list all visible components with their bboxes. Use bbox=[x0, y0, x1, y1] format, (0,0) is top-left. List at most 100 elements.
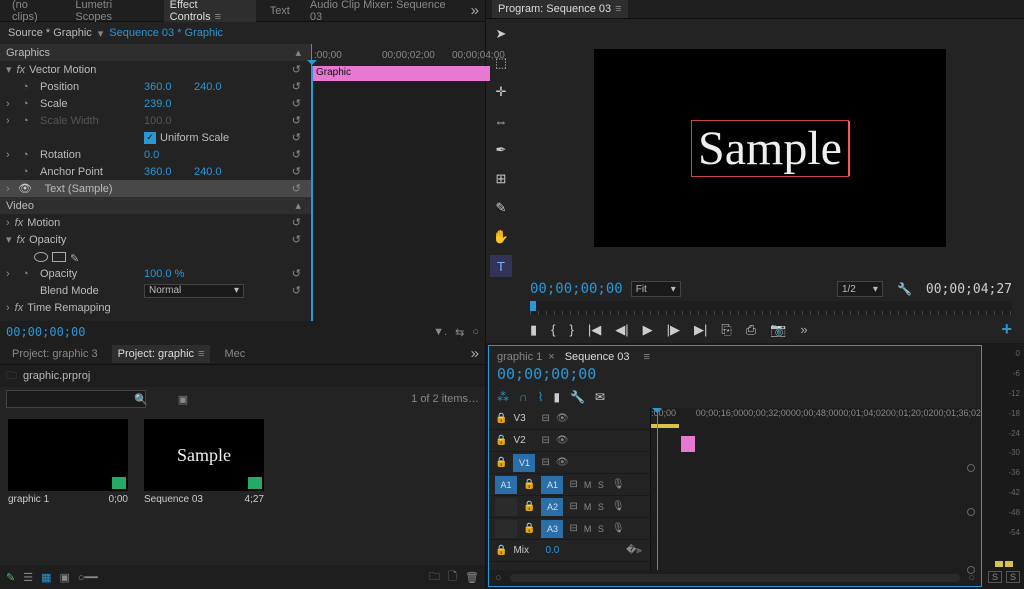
solo-button[interactable]: S bbox=[598, 480, 606, 490]
clip-bar-graphic[interactable]: Graphic bbox=[312, 66, 490, 81]
go-to-in-icon[interactable]: } bbox=[570, 322, 574, 337]
track-keyframe-knob[interactable] bbox=[967, 508, 975, 516]
effect-vector-motion[interactable]: ▾ fx Vector Motion ↺ bbox=[0, 61, 311, 78]
time-ruler[interactable]: :00;00 00;00;16;00 00;00;32;00 00;00;48;… bbox=[651, 408, 981, 424]
toggle-output-icon[interactable]: ⊟ bbox=[569, 523, 577, 534]
group-video[interactable]: Video ▴ bbox=[0, 197, 311, 214]
toggle-output-icon[interactable]: ⊟ bbox=[541, 457, 549, 468]
reset-icon[interactable]: ↺ bbox=[292, 182, 301, 195]
reset-icon[interactable]: ↺ bbox=[292, 131, 301, 144]
solo-button[interactable]: S bbox=[598, 502, 606, 512]
scrub-bar[interactable] bbox=[530, 301, 1012, 315]
reset-icon[interactable]: ↺ bbox=[292, 97, 301, 110]
hamburger-icon[interactable]: ≡ bbox=[215, 11, 221, 23]
track-target[interactable]: A2 bbox=[541, 498, 563, 516]
lock-icon[interactable]: 🔒 bbox=[495, 413, 507, 424]
project-item[interactable]: Sample Sequence 034;27 bbox=[144, 419, 264, 557]
new-item-icon[interactable]: 🗋 bbox=[448, 568, 457, 587]
toggle-output-icon[interactable]: ⊟ bbox=[569, 501, 577, 512]
timeline-timecode[interactable]: 00;00;00;00 bbox=[497, 365, 973, 383]
source-patch[interactable] bbox=[495, 520, 517, 538]
track-mix[interactable]: 🔒Mix0.0�⫸ bbox=[489, 540, 650, 562]
trash-icon[interactable]: 🗑 bbox=[465, 571, 479, 584]
clip-graphic[interactable] bbox=[681, 436, 695, 452]
track-v3[interactable]: 🔒V3⊟👁 bbox=[489, 408, 650, 430]
twirl-icon[interactable]: › bbox=[6, 149, 10, 161]
lock-icon[interactable]: 🔒 bbox=[523, 501, 535, 512]
tab-sequence-03[interactable]: Sequence 03 bbox=[565, 351, 630, 363]
ellipse-mask-icon[interactable] bbox=[34, 252, 48, 262]
add-button-icon[interactable]: + bbox=[1001, 319, 1012, 340]
mic-icon[interactable]: 🎙 bbox=[612, 501, 625, 512]
eye-icon[interactable]: 👁 bbox=[18, 182, 32, 195]
marker-icon[interactable]: ▮ bbox=[553, 390, 560, 404]
type-tool-icon[interactable]: T bbox=[490, 255, 512, 277]
timeline-ruler-area[interactable]: :00;00 00;00;16;00 00;00;32;00 00;00;48;… bbox=[651, 408, 981, 570]
export-frame-icon[interactable]: 📷 bbox=[770, 322, 786, 338]
filter-icon[interactable]: ▼. bbox=[433, 326, 447, 339]
playhead[interactable] bbox=[657, 408, 658, 570]
toggle-output-icon[interactable]: ⊟ bbox=[541, 413, 549, 424]
track-v1[interactable]: 🔒V1⊟👁 bbox=[489, 452, 650, 474]
position-y-value[interactable]: 240.0 bbox=[194, 81, 222, 93]
tab-project-graphic3[interactable]: Project: graphic 3 bbox=[6, 345, 104, 363]
hamburger-icon[interactable]: ≡ bbox=[644, 351, 650, 363]
opacity-value[interactable]: 100.0 % bbox=[144, 268, 184, 280]
tabs-overflow-icon[interactable]: » bbox=[471, 2, 479, 19]
tab-sequence-graphic1[interactable]: graphic 1 bbox=[497, 351, 542, 363]
frame-forward-icon[interactable]: |▶ bbox=[667, 322, 680, 338]
mute-button[interactable]: M bbox=[584, 502, 594, 512]
freeform-view-icon[interactable]: ▣ bbox=[60, 571, 70, 584]
anchor-y-value[interactable]: 240.0 bbox=[194, 166, 222, 178]
settings-icon[interactable]: 🔧 bbox=[570, 390, 585, 404]
mic-icon[interactable]: 🎙 bbox=[612, 523, 625, 534]
play-icon[interactable]: ▶ bbox=[643, 322, 653, 338]
toggle-output-icon[interactable]: ⊟ bbox=[541, 435, 549, 446]
tab-program[interactable]: Program: Sequence 03≡ bbox=[492, 0, 628, 18]
lock-icon[interactable]: 🔒 bbox=[523, 479, 535, 490]
track-keyframe-knob[interactable] bbox=[967, 464, 975, 472]
scale-value[interactable]: 239.0 bbox=[144, 98, 172, 110]
track-target[interactable]: V1 bbox=[513, 454, 535, 472]
vertical-center-icon[interactable]: ✛ bbox=[490, 81, 512, 103]
program-canvas[interactable]: Sample bbox=[594, 49, 946, 247]
solo-left-button[interactable]: S bbox=[988, 571, 1002, 583]
track-a1[interactable]: A1🔒A1⊟M S🎙 bbox=[489, 474, 650, 496]
horizontal-center-icon[interactable]: ⇔ bbox=[490, 110, 512, 132]
horizontal-scrollbar[interactable] bbox=[510, 574, 961, 582]
lock-icon[interactable]: 🔒 bbox=[495, 545, 507, 556]
mute-button[interactable]: M bbox=[584, 480, 594, 490]
scrub-playhead[interactable] bbox=[530, 301, 536, 311]
twirl-icon[interactable]: ▾ bbox=[6, 233, 12, 246]
stopwatch-icon[interactable]: ◔ bbox=[22, 149, 29, 161]
prop-uniform-scale[interactable]: ✓ Uniform Scale ↺ bbox=[0, 129, 311, 146]
twirl-icon[interactable]: › bbox=[6, 302, 10, 314]
toggle-output-icon[interactable]: ⊟ bbox=[569, 479, 577, 490]
group-graphics[interactable]: Graphics ▴ bbox=[0, 44, 311, 61]
step-forward-icon[interactable]: ▶| bbox=[694, 322, 707, 338]
lock-icon[interactable]: 🔒 bbox=[495, 435, 507, 446]
mark-out-icon[interactable]: { bbox=[551, 322, 555, 337]
program-view[interactable]: Sample bbox=[516, 19, 1024, 277]
lock-icon[interactable]: 🔒 bbox=[495, 457, 507, 468]
reset-icon[interactable]: ↺ bbox=[292, 284, 301, 297]
blend-mode-select[interactable]: Normal▾ bbox=[144, 284, 244, 298]
eyedropper-tool-icon[interactable]: ✎ bbox=[490, 197, 512, 219]
magnet-icon[interactable]: ∩ bbox=[519, 390, 528, 404]
text-layer-sample[interactable]: Sample bbox=[691, 120, 849, 177]
selection-tool-icon[interactable]: ➤ bbox=[490, 23, 512, 45]
thumbnail[interactable] bbox=[8, 419, 128, 491]
layer-text-sample[interactable]: › 👁 Text (Sample) ↺ bbox=[0, 180, 311, 197]
twirl-icon[interactable]: › bbox=[6, 268, 10, 280]
rectangle-mask-icon[interactable] bbox=[52, 252, 66, 262]
position-x-value[interactable]: 360.0 bbox=[144, 81, 172, 93]
reset-icon[interactable]: ↺ bbox=[292, 233, 301, 246]
track-v2[interactable]: 🔒V2⊟👁 bbox=[489, 430, 650, 452]
list-view-icon[interactable]: ☰ bbox=[23, 571, 33, 584]
solo-button[interactable]: S bbox=[598, 524, 606, 534]
tab-media-browser[interactable]: Mec bbox=[218, 345, 251, 363]
zoom-out-icon[interactable]: ○ bbox=[495, 572, 502, 584]
timecode-display[interactable]: 00;00;00;00 bbox=[6, 325, 85, 339]
tab-project-graphic[interactable]: Project: graphic≡ bbox=[112, 345, 211, 363]
twirl-icon[interactable]: › bbox=[6, 183, 10, 195]
